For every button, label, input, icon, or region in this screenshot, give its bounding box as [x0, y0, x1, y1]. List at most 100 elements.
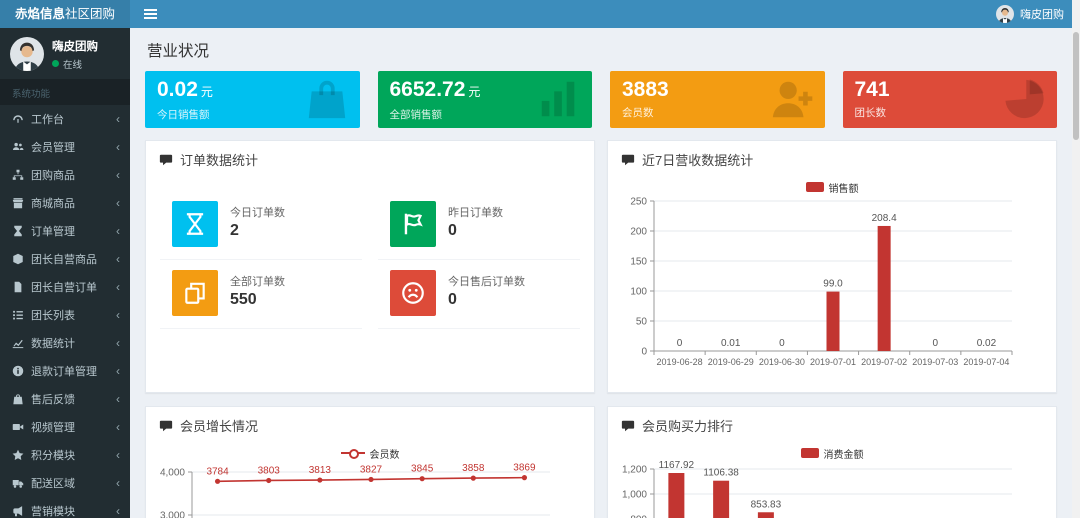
order-tile-今日售后订单数[interactable]: 今日售后订单数0 — [378, 260, 580, 329]
chevron-left-icon: ‹ — [116, 226, 120, 236]
chevron-left-icon: ‹ — [116, 506, 120, 516]
panel-header: 会员购买力排行 — [608, 407, 1056, 443]
sidebar-item-box[interactable]: 团长自营商品 ‹ — [0, 245, 130, 273]
order-tile-昨日订单数[interactable]: 昨日订单数 0 — [378, 191, 580, 260]
sidebar-item-bullhorn[interactable]: 营销模块‹ — [0, 497, 130, 518]
svg-text:3803: 3803 — [258, 465, 281, 476]
sidebar-item-label: 团长列表 — [31, 307, 75, 323]
legend-member-count[interactable]: 会员数 — [146, 445, 594, 461]
dashboard-page: 赤焰信息社区团购 嗨皮团购 嗨皮团购 在线 系统功能 工作台‹会员管理‹团购商品… — [0, 0, 1080, 518]
sidebar-item-list[interactable]: 团长列表‹ — [0, 301, 130, 329]
sidebar-item-label: 配送区域 — [31, 475, 75, 491]
dashboard-icon — [12, 113, 24, 125]
sidebar-item-file[interactable]: 团长自营订单‹ — [0, 273, 130, 301]
order-tile-全部订单数[interactable]: 全部订单数550 — [160, 260, 362, 329]
stat-card-今日销售额[interactable]: 0.02元今日销售额 — [145, 71, 360, 128]
sidebar-item-label: 团购商品 — [31, 167, 75, 183]
chevron-left-icon: ‹ — [116, 282, 120, 292]
hourglass-icon — [12, 225, 24, 237]
sidebar-item-label: 售后反馈 — [31, 391, 75, 407]
sidebar-item-label: 团长自营商品 — [31, 251, 97, 267]
stat-card-会员数[interactable]: 3883会员数 — [610, 71, 825, 128]
sidebar-item-users[interactable]: 会员管理‹ — [0, 133, 130, 161]
sidebar-item-bag[interactable]: 售后反馈 ‹ — [0, 385, 130, 413]
legend-swatch-icon — [806, 182, 824, 192]
panel-purchase-power: 会员购买力排行 消费金额 1,2001,0008001167.921106.38… — [607, 406, 1057, 518]
logo-light-text: 社区团购 — [65, 7, 115, 21]
svg-text:3,000: 3,000 — [160, 511, 185, 518]
chevron-left-icon: ‹ — [116, 450, 120, 460]
chart-icon — [12, 337, 24, 349]
purchase-power-bar-chart[interactable]: 1,2001,0008001167.921106.38853.83 — [608, 461, 1056, 518]
sidebar-section-label: 系统功能 — [0, 79, 130, 105]
svg-text:3845: 3845 — [411, 464, 434, 475]
legend-consume-amount[interactable]: 消费金额 — [608, 445, 1056, 461]
sidebar-menu: 工作台‹会员管理‹团购商品‹商城商品‹订单管理‹团长自营商品‹团长自营订单‹团长… — [0, 105, 130, 518]
svg-text:0: 0 — [933, 338, 939, 349]
chevron-left-icon: ‹ — [116, 478, 120, 488]
sidebar-item-chart[interactable]: 数据统计‹ — [0, 329, 130, 357]
sidebar-item-info[interactable]: 退款订单管理‹ — [0, 357, 130, 385]
svg-text:853.83: 853.83 — [751, 499, 782, 510]
sidebar-item-dashboard[interactable]: 工作台‹ — [0, 105, 130, 133]
sidebar-toggle-hamburger-icon[interactable] — [130, 0, 170, 28]
chevron-left-icon: ‹ — [116, 394, 120, 404]
order-tile-今日订单数[interactable]: 今日订单数2 — [160, 191, 362, 260]
bar-chart-icon — [536, 76, 582, 122]
panel-order-stats: 订单数据统计 今日订单数2 昨日订单数 0 全部订单数550今日售后订单数0 — [145, 140, 595, 393]
user-avatar — [10, 37, 44, 71]
online-dot-icon — [52, 60, 59, 67]
sidebar-item-hourglass[interactable]: 订单管理‹ — [0, 217, 130, 245]
comment-icon — [621, 153, 635, 167]
pie-chart-icon — [1001, 76, 1047, 122]
list-icon — [12, 309, 24, 321]
chevron-left-icon: ‹ — [116, 170, 120, 180]
panel-header: 订单数据统计 — [146, 141, 594, 177]
tile-label: 昨日订单数 — [448, 204, 503, 220]
panel-header: 近7日营收数据统计 — [608, 141, 1056, 177]
sidebar-item-video[interactable]: 视频管理‹ — [0, 413, 130, 441]
svg-text:2019-07-03: 2019-07-03 — [912, 357, 958, 367]
app-logo[interactable]: 赤焰信息社区团购 — [0, 0, 130, 28]
legend-sales-amount[interactable]: 销售额 — [608, 179, 1056, 195]
svg-text:3813: 3813 — [309, 465, 332, 476]
revenue-bar-chart[interactable]: 2502001501005002019-06-282019-06-292019-… — [608, 195, 1056, 377]
sidebar-item-truck[interactable]: 配送区域 ‹ — [0, 469, 130, 497]
stat-unit: 元 — [201, 85, 213, 99]
legend-label: 销售额 — [829, 180, 859, 195]
chevron-left-icon: ‹ — [116, 422, 120, 432]
legend-label: 会员数 — [370, 446, 400, 461]
shopping-bag-icon — [304, 76, 350, 122]
tile-value: 0 — [448, 291, 525, 309]
svg-text:0: 0 — [779, 338, 785, 349]
sidebar-item-sitemap[interactable]: 团购商品 ‹ — [0, 161, 130, 189]
person-add-icon — [769, 76, 815, 122]
svg-text:1,000: 1,000 — [622, 490, 647, 501]
svg-text:0: 0 — [677, 338, 683, 349]
svg-text:0.02: 0.02 — [977, 338, 997, 349]
chevron-left-icon: ‹ — [116, 254, 120, 264]
vertical-scrollbar[interactable] — [1072, 0, 1080, 518]
stat-card-团长数[interactable]: 741团长数 — [843, 71, 1058, 128]
legend-label: 消费金额 — [824, 446, 864, 461]
sidebar-item-label: 积分模块 — [31, 447, 75, 463]
tile-value: 0 — [448, 222, 503, 240]
svg-text:3827: 3827 — [360, 464, 383, 475]
hourglass-icon — [172, 201, 218, 247]
sidebar-item-store[interactable]: 商城商品‹ — [0, 189, 130, 217]
copy-icon — [172, 270, 218, 316]
svg-text:2019-07-02: 2019-07-02 — [861, 357, 907, 367]
member-growth-line-chart[interactable]: 4,0003,0003784380338133827384538583869 — [146, 461, 594, 518]
scrollbar-thumb[interactable] — [1073, 32, 1079, 140]
stat-card-全部销售额[interactable]: 6652.72元全部销售额 — [378, 71, 593, 128]
sidebar-item-star[interactable]: 积分模块 ‹ — [0, 441, 130, 469]
panel-member-growth: 会员增长情况 会员数 4,0003,0003784380338133827384… — [145, 406, 595, 518]
sitemap-icon — [12, 169, 24, 181]
svg-text:1106.38: 1106.38 — [703, 468, 739, 479]
svg-text:800: 800 — [630, 515, 647, 518]
info-icon — [12, 365, 24, 377]
svg-text:200: 200 — [630, 227, 647, 238]
topbar-user-menu[interactable]: 嗨皮团购 — [996, 0, 1064, 28]
file-icon — [12, 281, 24, 293]
svg-text:100: 100 — [630, 287, 647, 298]
